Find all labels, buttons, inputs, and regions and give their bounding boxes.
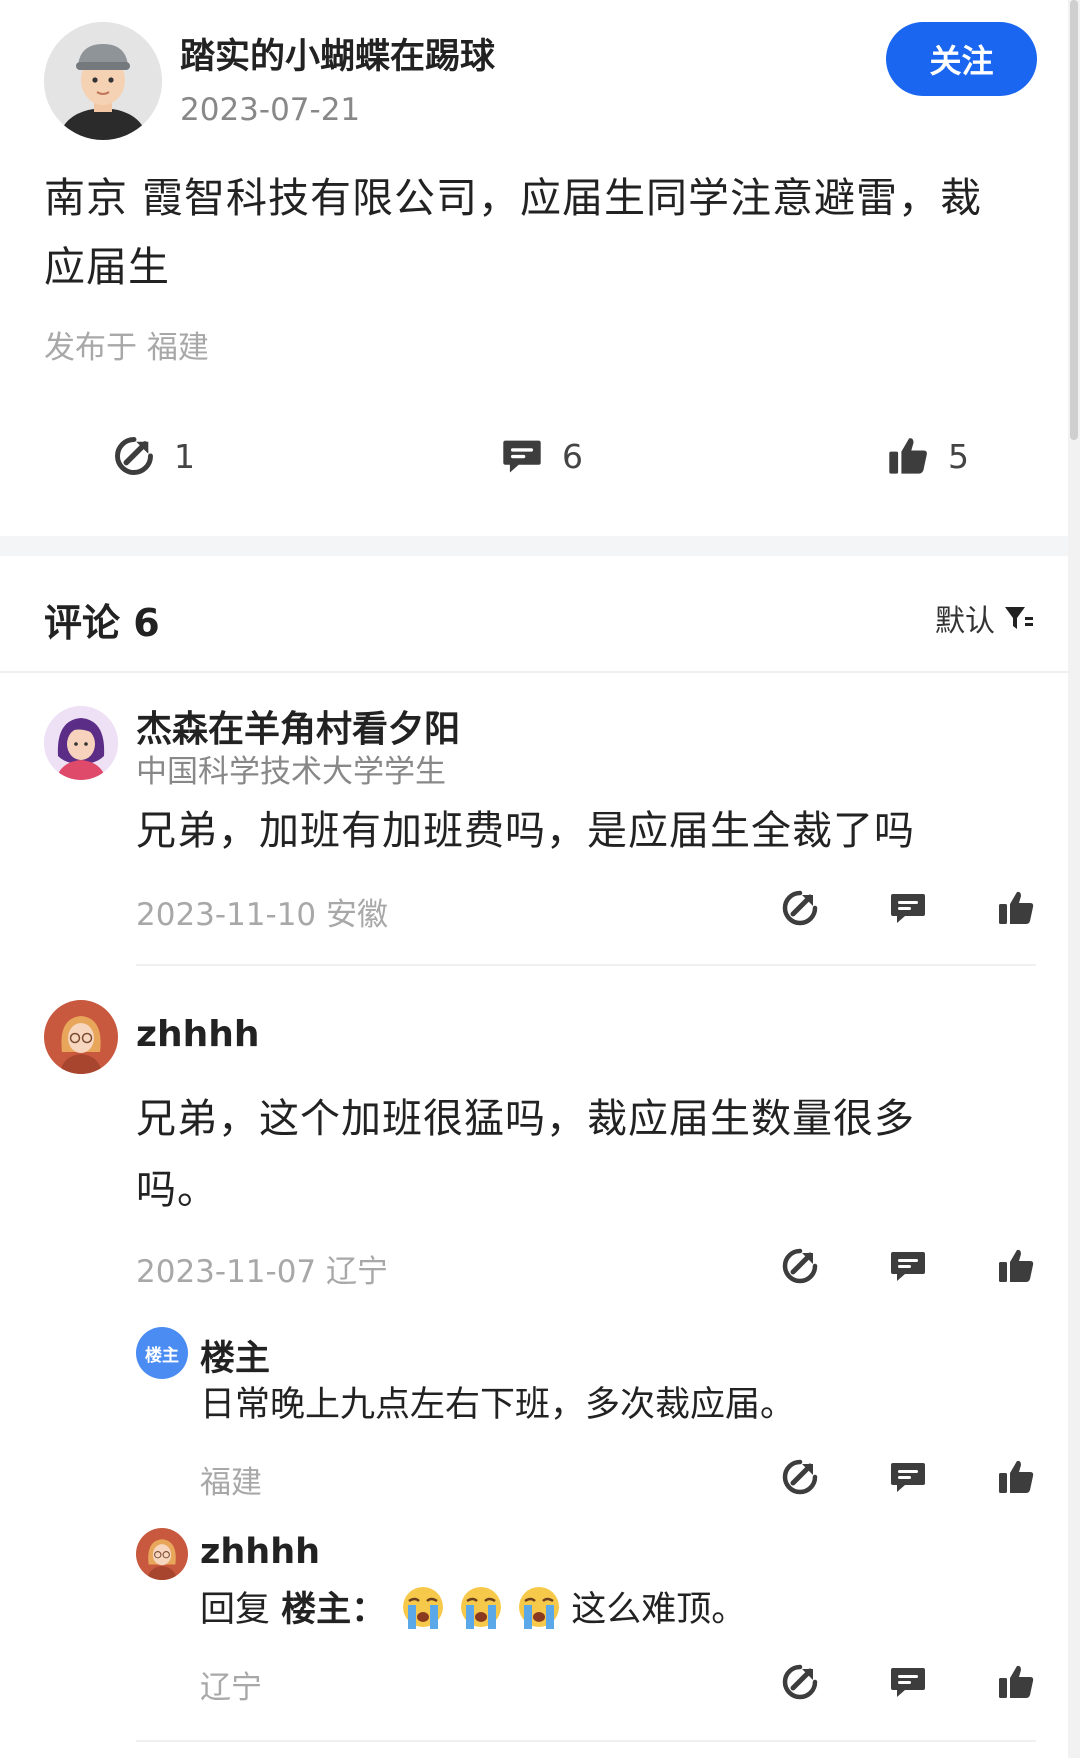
- reply-meta: 辽宁: [200, 1670, 262, 1706]
- comment-count: 6: [562, 436, 583, 476]
- reply-to-user[interactable]: 楼主：: [281, 1590, 386, 1630]
- comment-stat[interactable]: 6: [500, 432, 583, 480]
- crying-face-emoji-icon: [519, 1587, 560, 1629]
- share-icon: [112, 434, 156, 478]
- follow-button[interactable]: 关注: [886, 22, 1037, 96]
- like-icon[interactable]: [996, 1662, 1036, 1702]
- comment-author[interactable]: zhhhh: [136, 1014, 259, 1055]
- divider: [0, 671, 1068, 673]
- filter-icon: [1005, 607, 1033, 629]
- reply-icon[interactable]: [888, 888, 928, 928]
- reply-icon[interactable]: [888, 1457, 928, 1497]
- like-icon[interactable]: [996, 1246, 1036, 1286]
- divider: [136, 1740, 1036, 1742]
- section-separator: [0, 536, 1068, 556]
- crying-face-emoji-icon: [403, 1587, 444, 1629]
- reply-text-line: 回复 楼主： 这么难顶。: [200, 1583, 746, 1634]
- comment-author[interactable]: 杰森在羊角村看夕阳: [136, 700, 460, 752]
- sort-dropdown[interactable]: 默认: [935, 596, 1035, 640]
- like-icon[interactable]: [996, 1457, 1036, 1497]
- post-content: 南京 霞智科技有限公司，应届生同学注意避雷，裁应届生: [44, 174, 983, 291]
- share-icon[interactable]: [780, 1246, 820, 1286]
- comment-meta: 2023-11-10 安徽: [136, 897, 389, 933]
- avatar[interactable]: [44, 706, 118, 780]
- reply-text: 日常晚上九点左右下班，多次裁应届。: [200, 1385, 796, 1425]
- reply-author[interactable]: 楼主: [200, 1330, 270, 1381]
- avatar[interactable]: [136, 1528, 188, 1580]
- comment-icon: [500, 434, 544, 478]
- like-icon[interactable]: [996, 888, 1036, 928]
- share-icon[interactable]: [780, 1662, 820, 1702]
- reply-prefix: 回复: [200, 1590, 282, 1630]
- divider: [136, 964, 1036, 966]
- like-count: 5: [948, 436, 969, 476]
- reply-meta: 福建: [200, 1465, 262, 1501]
- post-location: 发布于 福建: [44, 330, 209, 366]
- author-name[interactable]: 踏实的小蝴蝶在踢球: [180, 28, 495, 79]
- like-stat[interactable]: 5: [886, 432, 969, 480]
- comment-text: 兄弟，这个加班很猛吗，裁应届生数量很多吗。: [136, 1096, 915, 1213]
- like-icon: [886, 434, 930, 478]
- reply-body: 这么难顶。: [571, 1590, 747, 1630]
- sort-label: 默认: [935, 604, 995, 639]
- comment-author-school: 中国科学技术大学学生: [136, 754, 446, 790]
- reply-icon[interactable]: [888, 1246, 928, 1286]
- share-icon[interactable]: [780, 888, 820, 928]
- crying-face-emoji-icon: [461, 1587, 502, 1629]
- comment-text: 兄弟，加班有加班费吗，是应届生全裁了吗: [136, 808, 915, 854]
- comments-title: 评论 6: [44, 601, 160, 645]
- scrollbar[interactable]: [1068, 0, 1080, 1758]
- reply-icon[interactable]: [888, 1662, 928, 1702]
- reply-author[interactable]: zhhhh: [200, 1532, 320, 1572]
- author-avatar[interactable]: [44, 22, 162, 140]
- share-count: 1: [174, 436, 195, 476]
- share-stat[interactable]: 1: [112, 432, 195, 480]
- post-date: 2023-07-21: [180, 92, 361, 128]
- op-badge-avatar[interactable]: 楼主: [136, 1327, 188, 1379]
- scrollbar-thumb[interactable]: [1070, 0, 1078, 440]
- comment-meta: 2023-11-07 辽宁: [136, 1254, 389, 1290]
- avatar[interactable]: [44, 1000, 118, 1074]
- share-icon[interactable]: [780, 1457, 820, 1497]
